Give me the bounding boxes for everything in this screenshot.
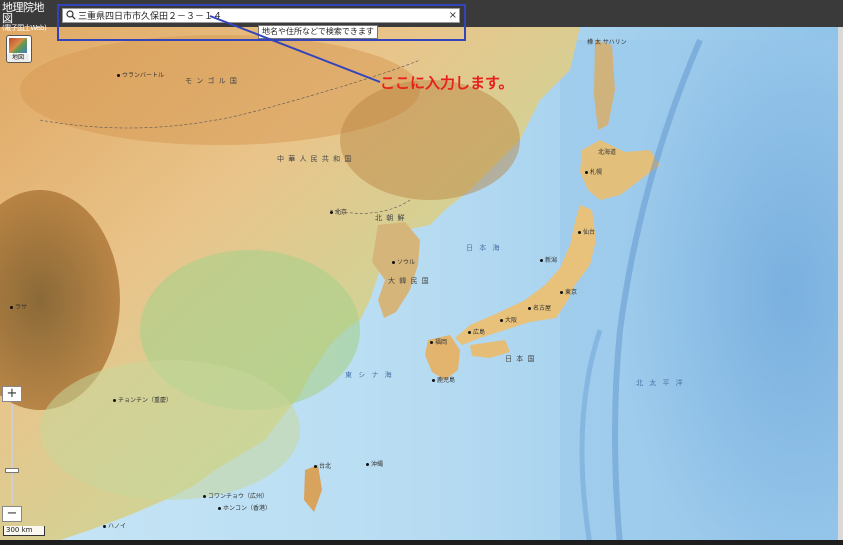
map-type-button[interactable]: 地図 (6, 35, 32, 63)
bottom-edge (0, 540, 843, 545)
zoom-slider-handle[interactable] (5, 468, 19, 473)
callout-text: ここに入力します。 (380, 74, 514, 92)
map-type-label: 地図 (7, 54, 29, 62)
scale-bar: 300 km (3, 526, 45, 536)
map-thumbnail (9, 38, 27, 53)
zoom-in-button[interactable]: + (2, 386, 22, 402)
zoom-track[interactable] (11, 404, 13, 504)
zoom-control[interactable]: + − (2, 386, 22, 525)
zoom-out-button[interactable]: − (2, 506, 22, 522)
right-edge (838, 27, 843, 540)
